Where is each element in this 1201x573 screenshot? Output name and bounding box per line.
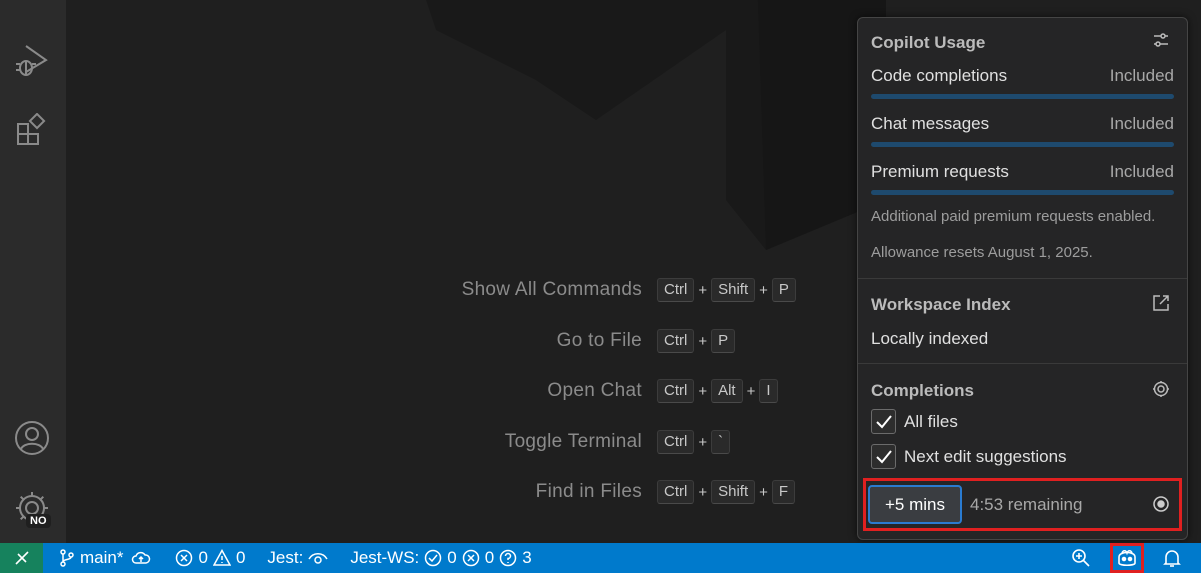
key-plus: + [746, 382, 756, 400]
git-branch[interactable]: main* [59, 548, 151, 568]
gear-icon[interactable] [1151, 379, 1171, 399]
manage-badge: NO [26, 514, 51, 528]
key: P [771, 278, 796, 302]
shortcut-label: Toggle Terminal [504, 431, 642, 452]
activity-bar: NO [0, 0, 66, 543]
shortcut-label: Show All Commands [461, 279, 642, 300]
notifications-bell-icon[interactable] [1162, 548, 1182, 568]
run-debug-icon[interactable] [10, 38, 54, 82]
workspace-status-label: Locally indexed [871, 329, 989, 348]
checkbox-label: Next edit suggestions [904, 446, 1067, 466]
key-plus: + [759, 483, 768, 501]
cloud-upload-icon[interactable] [131, 550, 151, 566]
usage-chat-messages: Chat messages Included [871, 114, 1174, 134]
settings-sliders-icon[interactable] [1151, 30, 1171, 50]
copilot-status-highlight [1110, 543, 1144, 573]
shortcut-label: Find in Files [535, 481, 642, 502]
zoom-icon[interactable] [1071, 548, 1091, 568]
checkmark-icon[interactable] [871, 444, 896, 469]
shortcut-row: Toggle Terminal Ctrl + ` [66, 429, 866, 455]
branch-icon [60, 549, 74, 567]
jest-label: Jest: [267, 548, 304, 567]
usage-value: Included [1109, 66, 1174, 85]
error-count: 0 [198, 548, 208, 567]
key: Alt [711, 379, 743, 403]
fail-icon [462, 549, 479, 567]
divider [858, 363, 1187, 364]
snooze-remaining: 4:53 remaining [970, 495, 1083, 514]
checkbox-label: All files [904, 411, 958, 431]
key-plus: + [698, 433, 708, 451]
completions-title: Completions [871, 381, 974, 400]
allowance-reset-note: Allowance resets August 1, 2025. [871, 244, 1093, 261]
workspace-index-status: Locally indexed [871, 329, 1174, 349]
shortcut-row: Go to File Ctrl + P [66, 328, 866, 354]
key: Shift [711, 480, 756, 504]
open-external-icon[interactable] [1151, 293, 1171, 313]
key: Ctrl [657, 278, 695, 302]
key-plus: + [698, 332, 708, 350]
remote-indicator-icon[interactable] [0, 543, 43, 573]
shortcut-hints: Show All Commands Ctrl + Shift + P Go to… [66, 0, 866, 543]
usage-bar [871, 94, 1174, 99]
usage-premium-requests: Premium requests Included [871, 162, 1174, 182]
problems-indicator[interactable]: 0 0 [175, 548, 245, 568]
error-icon [176, 549, 193, 567]
jest-status[interactable]: Jest: [267, 548, 328, 568]
shortcut-row: Find in Files Ctrl + Shift + F [66, 479, 866, 505]
key-plus: + [698, 281, 708, 299]
warning-count: 0 [235, 548, 246, 567]
key: Ctrl [657, 379, 695, 403]
status-bar: main* 0 0 Jest: Jest-WS: 0 0 3 [0, 543, 1201, 573]
usage-bar [871, 190, 1174, 195]
ws-pass-count: 0 [447, 548, 457, 567]
shortcut-row: Show All Commands Ctrl + Shift + P [66, 277, 866, 303]
usage-bar [871, 142, 1174, 147]
usage-label: Chat messages [871, 114, 990, 133]
key: ` [711, 430, 731, 454]
key: Shift [711, 278, 756, 302]
jest-ws-status[interactable]: Jest-WS: 0 0 3 [350, 548, 531, 568]
usage-code-completions: Code completions Included [871, 66, 1174, 86]
workspace-index-title: Workspace Index [871, 295, 1011, 314]
account-icon[interactable] [10, 416, 54, 460]
snooze-add-time-button[interactable]: +5 mins [868, 485, 962, 524]
divider [858, 278, 1187, 279]
key-plus: + [698, 382, 708, 400]
ws-unknown-count: 3 [522, 548, 532, 567]
shortcut-label: Go to File [556, 330, 642, 351]
key: Ctrl [657, 480, 695, 504]
pass-icon [425, 549, 442, 567]
key-plus: + [698, 483, 708, 501]
key: Ctrl [657, 430, 695, 454]
checkbox-all-files[interactable]: All files [871, 409, 958, 434]
key: P [711, 329, 736, 353]
vscode-window: NO Show All Commands Ctrl + Shift + P Go… [0, 0, 1201, 573]
key-plus: + [759, 281, 768, 299]
key: F [771, 480, 796, 504]
eye-icon [308, 553, 328, 564]
jest-ws-label: Jest-WS: [350, 548, 420, 567]
shortcut-row: Open Chat Ctrl + Alt + I [66, 378, 866, 404]
copilot-usage-title: Copilot Usage [871, 33, 986, 52]
copilot-usage-popup: Copilot Usage Code completions Included … [857, 17, 1188, 540]
usage-value: Included [1109, 114, 1174, 133]
warning-icon [212, 549, 231, 566]
paid-requests-note: Additional paid premium requests enabled… [871, 208, 1156, 225]
shortcut-label: Open Chat [547, 380, 642, 401]
checkmark-icon[interactable] [871, 409, 896, 434]
key: Ctrl [657, 329, 695, 353]
stop-snooze-icon[interactable] [1151, 494, 1171, 514]
extensions-icon[interactable] [10, 108, 54, 152]
usage-value: Included [1109, 162, 1174, 181]
key: I [759, 379, 778, 403]
unknown-icon [499, 549, 517, 567]
ws-fail-count: 0 [484, 548, 495, 567]
usage-label: Premium requests [871, 162, 1009, 181]
checkbox-next-edit-suggestions[interactable]: Next edit suggestions [871, 444, 1067, 469]
branch-name: main* [80, 548, 124, 567]
usage-label: Code completions [871, 66, 1008, 85]
